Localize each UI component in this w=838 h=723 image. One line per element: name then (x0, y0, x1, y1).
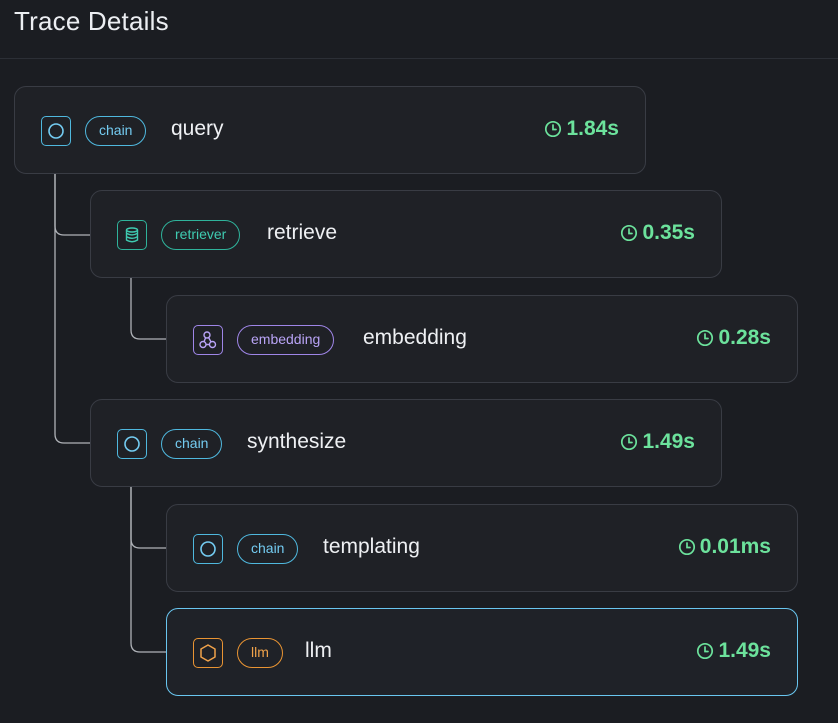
latency-value: 1.49s (718, 639, 771, 662)
circle-icon (193, 534, 223, 564)
latency: 0.28s (696, 326, 771, 350)
span-name: synthesize (247, 430, 347, 453)
clock-icon (545, 120, 562, 138)
span-row-query[interactable]: chain query 1.84s (14, 86, 646, 174)
span-row-synthesize[interactable]: chain synthesize 1.49s (90, 399, 722, 487)
clock-icon (697, 329, 714, 347)
clock-icon (697, 642, 714, 660)
latency: 1.49s (620, 430, 695, 454)
span-kind-badge: retriever (161, 220, 241, 250)
span-kind-badge: chain (161, 429, 223, 459)
clock-icon (621, 224, 638, 242)
span-name: embedding (363, 326, 467, 349)
span-row-retrieve[interactable]: retriever retrieve 0.35s (90, 190, 722, 278)
span-name: retrieve (267, 221, 338, 244)
latency-value: 1.84s (566, 117, 619, 140)
span-kind-badge: chain (85, 116, 147, 146)
clock-icon (678, 538, 695, 556)
hexagon-icon (193, 638, 223, 668)
span-row-embedding[interactable]: embedding embedding 0.28s (166, 295, 798, 383)
latency-value: 0.01ms (699, 535, 771, 558)
database-icon (117, 220, 147, 250)
circle-icon (41, 116, 71, 146)
span-name: templating (323, 535, 420, 558)
clock-icon (621, 433, 638, 451)
span-name: query (171, 117, 224, 140)
span-row-templating[interactable]: chain templating 0.01ms (166, 504, 798, 592)
latency: 0.35s (620, 221, 695, 245)
span-name: llm (305, 639, 332, 662)
latency-value: 0.35s (642, 221, 695, 244)
nodes-icon (193, 325, 223, 355)
circle-icon (117, 429, 147, 459)
span-row-llm[interactable]: llm llm 1.49s (166, 608, 798, 696)
latency: 1.49s (696, 639, 771, 663)
latency-value: 0.28s (718, 326, 771, 349)
span-kind-badge: embedding (237, 325, 335, 355)
latency: 1.84s (544, 117, 619, 141)
span-kind-badge: chain (237, 534, 299, 564)
span-kind-badge: llm (237, 638, 283, 668)
latency: 0.01ms (678, 535, 771, 559)
latency-value: 1.49s (642, 430, 695, 453)
